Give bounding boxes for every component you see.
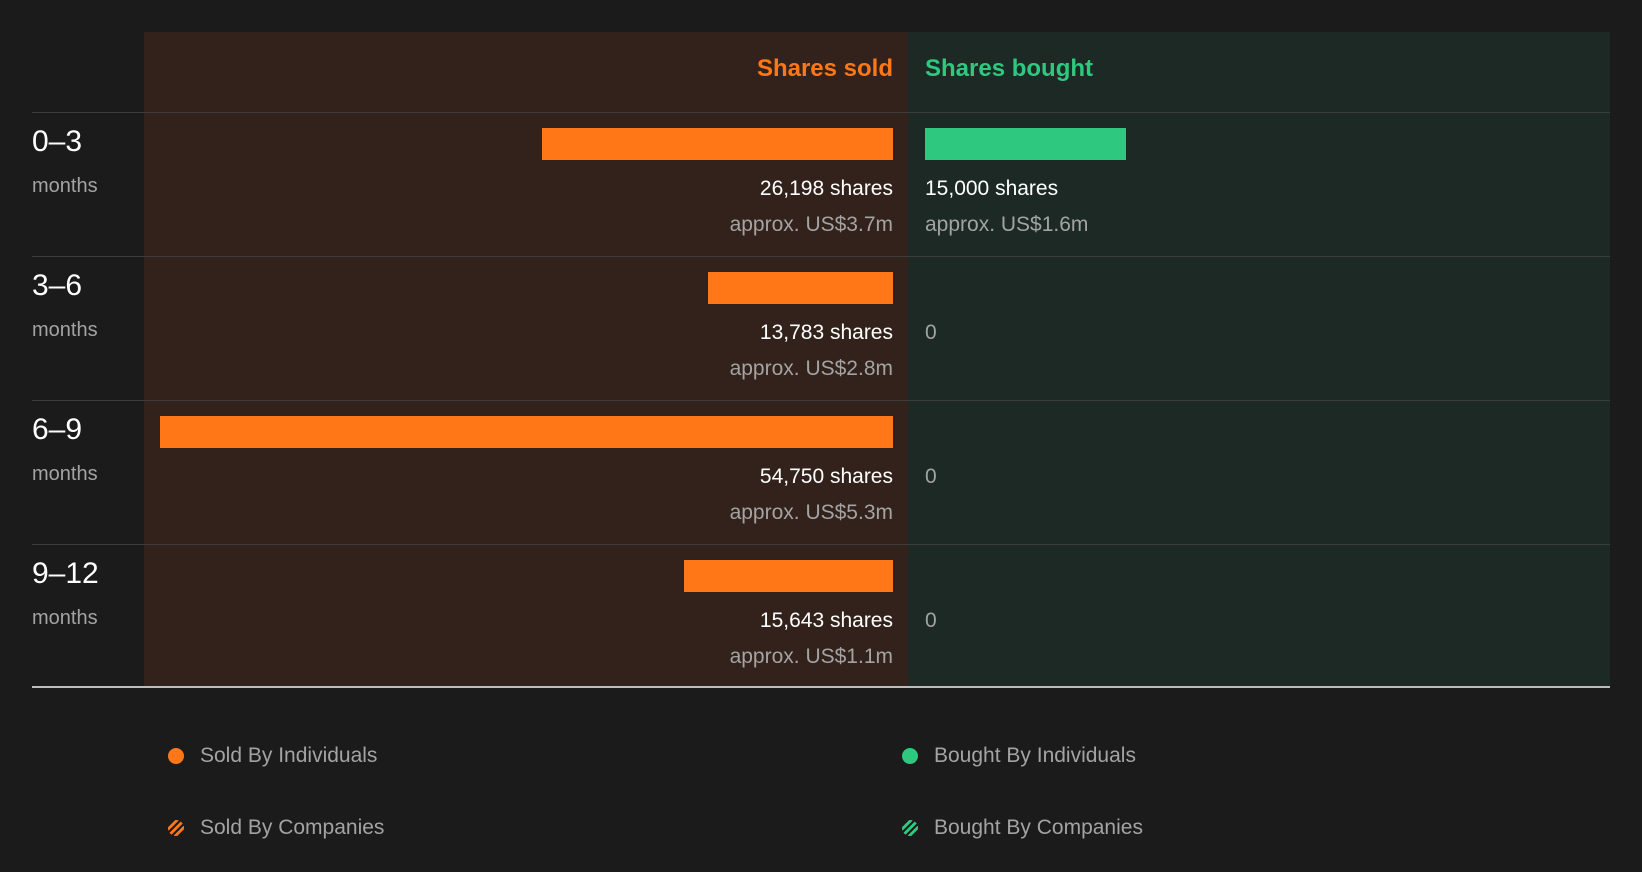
solid-dot-icon: [168, 748, 184, 764]
legend-label: Bought By Individuals: [934, 744, 1136, 767]
sold-shares-label: 13,783 shares: [759, 321, 893, 344]
bought-value-label: approx. US$1.6m: [925, 213, 1089, 236]
period-range: 9–12: [32, 557, 99, 590]
legend-bought-by-individuals[interactable]: Bought By Individuals: [902, 744, 1136, 768]
bar-sold: [708, 272, 893, 304]
period-unit: months: [32, 607, 98, 629]
legend-label: Sold By Companies: [200, 816, 385, 839]
legend-sold-by-companies[interactable]: Sold By Companies: [168, 816, 384, 840]
bar-sold: [160, 416, 893, 448]
shares-sold-header: Shares sold: [756, 55, 893, 82]
striped-dot-icon: [168, 820, 184, 836]
period-row: 9–12 months 15,643 shares approx. US$1.1…: [0, 545, 1642, 689]
sold-value-label: approx. US$2.8m: [729, 357, 893, 380]
bought-shares-label: 0: [925, 465, 937, 488]
period-row: 6–9 months 54,750 shares approx. US$5.3m…: [0, 401, 1642, 545]
sold-value-label: approx. US$1.1m: [729, 645, 893, 668]
legend-label: Bought By Companies: [934, 816, 1143, 839]
sold-value-label: approx. US$5.3m: [729, 501, 893, 524]
period-row: 3–6 months 13,783 shares approx. US$2.8m…: [0, 257, 1642, 401]
period-range: 3–6: [32, 269, 83, 302]
sold-shares-label: 26,198 shares: [759, 177, 893, 200]
period-unit: months: [32, 175, 98, 197]
period-unit: months: [32, 463, 98, 485]
period-range: 0–3: [32, 125, 83, 158]
solid-dot-icon: [902, 748, 918, 764]
legend-sold-by-individuals[interactable]: Sold By Individuals: [168, 744, 377, 768]
bar-bought: [925, 128, 1126, 160]
period-unit: months: [32, 319, 98, 341]
legend-label: Sold By Individuals: [200, 744, 378, 767]
bought-shares-label: 15,000 shares: [925, 177, 1059, 200]
striped-dot-icon: [902, 820, 918, 836]
shares-bought-header: Shares bought: [925, 55, 1094, 82]
sold-shares-label: 54,750 shares: [759, 465, 893, 488]
sold-value-label: approx. US$3.7m: [729, 213, 893, 236]
bought-shares-label: 0: [925, 609, 937, 632]
sold-shares-label: 15,643 shares: [759, 609, 893, 632]
bar-sold: [542, 128, 893, 160]
bar-sold: [684, 560, 893, 592]
period-range: 6–9: [32, 413, 83, 446]
bought-shares-label: 0: [925, 321, 937, 344]
period-row: 0–3 months 26,198 shares approx. US$3.7m…: [0, 113, 1642, 257]
legend-bought-by-companies[interactable]: Bought By Companies: [902, 816, 1143, 840]
